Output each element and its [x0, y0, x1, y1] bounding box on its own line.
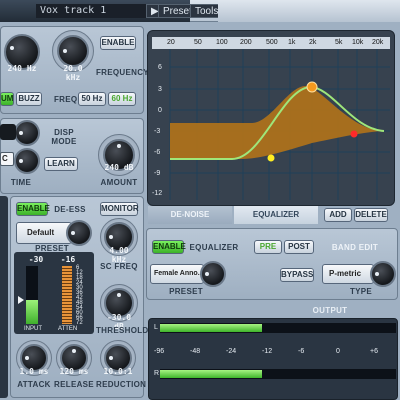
x-tick: 20k: [372, 39, 384, 46]
bypass-button[interactable]: BYPASS: [280, 268, 314, 282]
output-scale-tick: 0: [336, 348, 340, 355]
threshold-marker-icon[interactable]: [18, 296, 24, 304]
x-tick: 500: [266, 39, 278, 46]
y-tick: -6: [154, 149, 161, 156]
eq-band-handle[interactable]: [306, 81, 318, 93]
amount-label: AMOUNT: [100, 178, 138, 187]
y-tick: -9: [154, 170, 161, 177]
x-tick: 2k: [309, 39, 317, 46]
disp-mode-knob[interactable]: [14, 120, 40, 146]
x-tick: 5k: [335, 39, 343, 46]
tab-de-noise[interactable]: DE-NOISE: [148, 206, 232, 224]
y-tick: 0: [158, 107, 162, 114]
frequency-enable-button[interactable]: ENABLE: [100, 36, 136, 50]
c-field[interactable]: C: [0, 152, 14, 166]
high-frequency-value: 20.0 kHz: [63, 64, 83, 82]
x-tick: 50: [194, 39, 202, 46]
topbar-right: [218, 0, 400, 22]
x-tick: 10k: [352, 39, 364, 46]
equalizer-enable-button[interactable]: ENABLE: [152, 240, 186, 254]
eq-preset-knob[interactable]: [200, 261, 226, 287]
time-label: TIME: [10, 178, 32, 187]
output-scale-tick: -24: [226, 348, 237, 355]
eq-fill-area: [170, 86, 382, 159]
y-tick: -12: [152, 190, 163, 197]
delete-band-button[interactable]: DELETE: [354, 208, 388, 222]
input-label: INPUT: [24, 326, 42, 332]
output-scale-tick: +6: [370, 348, 378, 355]
atten-label: ATTEN: [58, 326, 78, 332]
reduction-label: REDUCTION: [96, 380, 147, 389]
tab-equalizer[interactable]: EQUALIZER: [234, 206, 318, 224]
output-scale-tick: -48: [190, 348, 201, 355]
release-label: RELEASE: [54, 380, 94, 389]
filter-type-knob[interactable]: [370, 261, 396, 287]
eq-preset-label: PRESET: [169, 287, 203, 296]
atten-peak-value: -16: [60, 255, 76, 264]
atten-meter: [62, 266, 72, 324]
left-edge-strip: [0, 196, 8, 398]
add-band-button[interactable]: ADD: [324, 208, 352, 222]
disp-mode-label: DISP MODE: [51, 128, 77, 146]
de-ess-title: DE-ESS: [54, 205, 86, 214]
post-button[interactable]: POST: [284, 240, 314, 254]
eq-curve-graph[interactable]: [152, 49, 390, 200]
equalizer-title: EQUALIZER: [189, 243, 239, 252]
top-bar: Vox track 1 ▶ Preset Tools: [0, 0, 400, 22]
high-frequency-knob[interactable]: [57, 35, 89, 67]
learn-button[interactable]: LEARN: [44, 157, 78, 171]
freq-label: FREQ: [54, 95, 78, 104]
eq-band-handle[interactable]: [267, 154, 275, 162]
de-ess-enable-button[interactable]: ENABLE: [16, 202, 50, 216]
y-tick: 3: [158, 86, 162, 93]
x-tick: 1k: [288, 39, 296, 46]
y-tick: 6: [158, 64, 162, 71]
eq-band-handle[interactable]: [350, 130, 358, 138]
time-knob[interactable]: [14, 148, 40, 174]
y-tick: -3: [154, 128, 161, 135]
output-title: OUTPUT: [312, 306, 348, 315]
buzz-button[interactable]: BUZZ: [16, 92, 42, 106]
meter-scale: 6 12 18 24 30 36 42 48 54 60 66 72: [76, 265, 83, 326]
50hz-button[interactable]: 50 Hz: [78, 92, 106, 106]
attack-label: ATTACK: [17, 380, 51, 389]
threshold-label: THRESHOLD: [96, 326, 149, 335]
hum-button[interactable]: UM: [0, 92, 14, 106]
attack-value: 1.0 ms: [19, 367, 49, 376]
60hz-button[interactable]: 60 Hz: [108, 92, 136, 106]
de-ess-preset-knob[interactable]: [66, 220, 92, 246]
reduction-value: 10.0:1: [103, 367, 133, 376]
output-left-label: L: [154, 324, 158, 331]
x-tick: 200: [240, 39, 252, 46]
eq-preset-field[interactable]: Female Anno...: [150, 264, 204, 284]
x-tick: 100: [216, 39, 228, 46]
band-edit-label: BAND EDIT: [331, 243, 379, 252]
monitor-button[interactable]: MONITOR: [100, 202, 139, 216]
filter-type-label: TYPE: [349, 287, 373, 296]
output-right-meter-fill: [160, 370, 262, 378]
output-right-label: R: [154, 370, 160, 377]
amount-value: 240 dB: [104, 163, 134, 172]
disp-mode-track: [0, 124, 16, 140]
release-value: 120 ms: [59, 367, 89, 376]
low-frequency-value: 240 Hz: [7, 64, 37, 73]
filter-type-field[interactable]: P-metric: [322, 264, 374, 284]
x-tick: 20: [167, 39, 175, 46]
input-meter-fill: [26, 300, 38, 324]
output-scale-tick: -6: [298, 348, 305, 355]
sc-freq-label: SC FREQ: [100, 262, 138, 271]
output-scale-tick: -12: [262, 348, 273, 355]
input-peak-value: -30: [28, 255, 44, 264]
frequency-label: FREQUENCY: [96, 68, 149, 77]
de-ess-preset-field[interactable]: Default: [16, 222, 72, 244]
pre-button[interactable]: PRE: [254, 240, 282, 254]
output-scale-tick: -96: [154, 348, 165, 355]
output-left-meter-fill: [160, 324, 262, 332]
